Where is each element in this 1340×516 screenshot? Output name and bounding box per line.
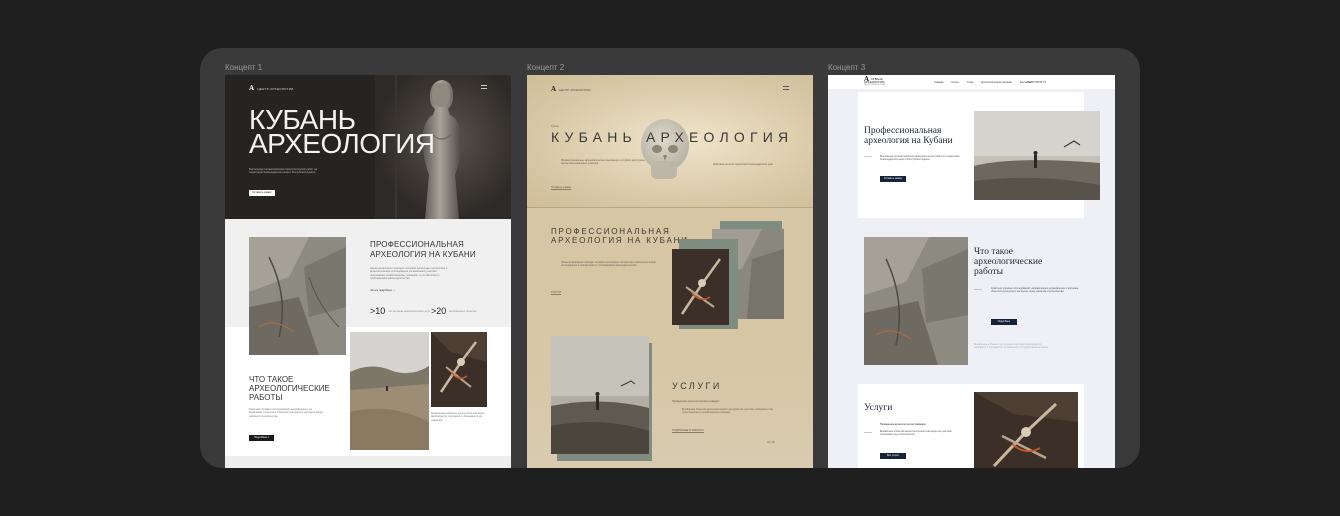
c2-hero-text-1: Профессиональные археологические изыскан… xyxy=(561,159,645,166)
c2-logo[interactable]: A ЦЕНТР АРХЕОЛОГИИ xyxy=(551,85,591,93)
c3-nav-item[interactable]: О нас xyxy=(967,81,974,84)
c3-works-note: Выявленные объекты культурного наследия … xyxy=(974,343,1049,350)
c1-stat-2: >20 выполненных проектов xyxy=(431,306,477,316)
c1-hero: A ЦЕНТР АРХЕОЛОГИИ КУБАНЬ АРХЕОЛОГИЯ Выпол… xyxy=(225,75,511,219)
c2-bones-image xyxy=(672,249,729,325)
c3-navbar: A КУБАНЬ АРХЕОЛОГИЯ ЦЕНТР АРХЕОЛОГИИ Главн… xyxy=(828,75,1115,89)
design-board: Концепт 1 Концепт 2 Концепт 3 A ЦЕНТР АРХ… xyxy=(200,48,1140,468)
c2-about-text: Наша организация проводит историко-культ… xyxy=(561,261,656,268)
concept-label-3: Концепт 3 xyxy=(828,63,866,72)
c2-fog-image xyxy=(551,336,649,454)
c2-hero-link[interactable]: Оставить заявку xyxy=(551,186,571,190)
c1-stat-1: >10 лет на рынке археологических услуг xyxy=(370,306,431,316)
c3-works-text: Комплекс полевых исследований, направлен… xyxy=(991,287,1079,294)
c2-about-title: ПРОФЕССИОНАЛЬНАЯ АРХЕОЛОГИЯ НА КУБАНИ xyxy=(551,227,689,245)
c2-hero-title: КУБАНЬ АРХЕОЛОГИЯ xyxy=(551,129,794,145)
c3-services-subtitle: Проведение археологических разведок xyxy=(880,423,926,426)
concept-3-frame[interactable]: A КУБАНЬ АРХЕОЛОГИЯ ЦЕНТР АРХЕОЛОГИИ Главн… xyxy=(828,75,1115,468)
c1-hero-title: КУБАНЬ АРХЕОЛОГИЯ xyxy=(249,104,435,159)
c3-hero-title: Профессиональная археология на Кубани xyxy=(864,126,953,146)
concept-label-2: Концепт 2 xyxy=(527,63,565,72)
c1-about-text: Наша организация проводит историко-культ… xyxy=(370,267,448,281)
c3-phone[interactable]: 8 988 378 95 76 xyxy=(1027,81,1046,84)
c2-services-title: УСЛУГИ xyxy=(672,381,722,391)
c2-hero-pretitle: Кубань xyxy=(551,125,560,128)
c3-fog-image xyxy=(974,111,1100,200)
c2-services-link[interactable]: ПОДРОБНЕЕ О РАБОТАХ xyxy=(672,429,704,433)
c3-hero-text: Выполняем полный комплекс археологически… xyxy=(880,155,960,162)
c3-services-title: Услуги xyxy=(864,403,893,413)
c3-services-button[interactable]: Все услуги xyxy=(880,453,906,459)
concept-2-frame[interactable]: A ЦЕНТР АРХЕОЛОГИИ Кубань КУБАНЬ АРХЕОЛОГ… xyxy=(527,75,813,468)
c1-bones-image xyxy=(431,332,487,407)
c1-hero-text: Выполняем полный комплекс археологически… xyxy=(249,168,317,175)
skull-image xyxy=(641,119,689,179)
c3-nav-item[interactable]: Археологические раскопки xyxy=(981,81,1012,84)
c1-footer-strip xyxy=(225,456,511,468)
c1-works-title: ЧТО ТАКОЕ АРХЕОЛОГИЧЕСКИЕ РАБОТЫ xyxy=(249,375,330,402)
c3-divider xyxy=(974,289,982,290)
c3-divider xyxy=(864,432,872,433)
c3-services-text: Выявление объектов археологического насл… xyxy=(880,430,953,437)
c2-pager[interactable]: 01 / 06 xyxy=(767,441,775,444)
c1-bones-text: Выявленные объекты культурного наследия … xyxy=(431,412,485,422)
c3-works-title: Что такое археологические работы xyxy=(974,247,1043,277)
c3-nav-menu: Главная Услуги О нас Археологические рас… xyxy=(934,81,1038,84)
c3-nav-item[interactable]: Главная xyxy=(934,81,944,84)
c1-works-button[interactable]: Подробнее о работах xyxy=(249,435,274,445)
c2-hero-text-2: Работаем на всей территории Краснодарско… xyxy=(713,163,773,166)
c3-divider xyxy=(864,156,872,157)
c2-services-subtitle: Проведение археологических разведок xyxy=(672,400,720,403)
c3-works-button[interactable]: Подробнее xyxy=(991,319,1017,325)
c3-logo[interactable]: A КУБАНЬ АРХЕОЛОГИЯ ЦЕНТР АРХЕОЛОГИИ xyxy=(864,76,897,87)
c1-field-image xyxy=(350,332,429,450)
c1-hero-button[interactable]: Оставить заявку xyxy=(249,190,275,196)
concept-1-frame[interactable]: A ЦЕНТР АРХЕОЛОГИИ КУБАНЬ АРХЕОЛОГИЯ Выпол… xyxy=(225,75,511,468)
c2-about-link[interactable]: УСЛУГИ xyxy=(551,291,562,295)
c1-about-more-link[interactable]: Читать подробнее → xyxy=(370,289,450,292)
c1-works-text: Комплекс полевых исследований, направлен… xyxy=(249,408,323,418)
c2-services-text: Выявление объектов археологического насл… xyxy=(682,408,773,415)
concept-label-1: Концепт 1 xyxy=(225,63,263,72)
c3-nav-item[interactable]: Услуги xyxy=(951,81,959,84)
c3-bones-image xyxy=(974,392,1078,468)
c3-hero-button[interactable]: Оставить заявку xyxy=(880,176,906,182)
c1-logo[interactable]: A ЦЕНТР АРХЕОЛОГИИ xyxy=(249,84,294,92)
c1-rock-image xyxy=(249,237,346,355)
c1-about-title: ПРОФЕССИОНАЛЬНАЯ АРХЕОЛОГИЯ НА КУБАНИ xyxy=(370,240,476,259)
c2-menu-icon[interactable] xyxy=(783,86,789,90)
c1-menu-icon[interactable] xyxy=(481,85,487,89)
c3-rock-image xyxy=(864,237,968,365)
